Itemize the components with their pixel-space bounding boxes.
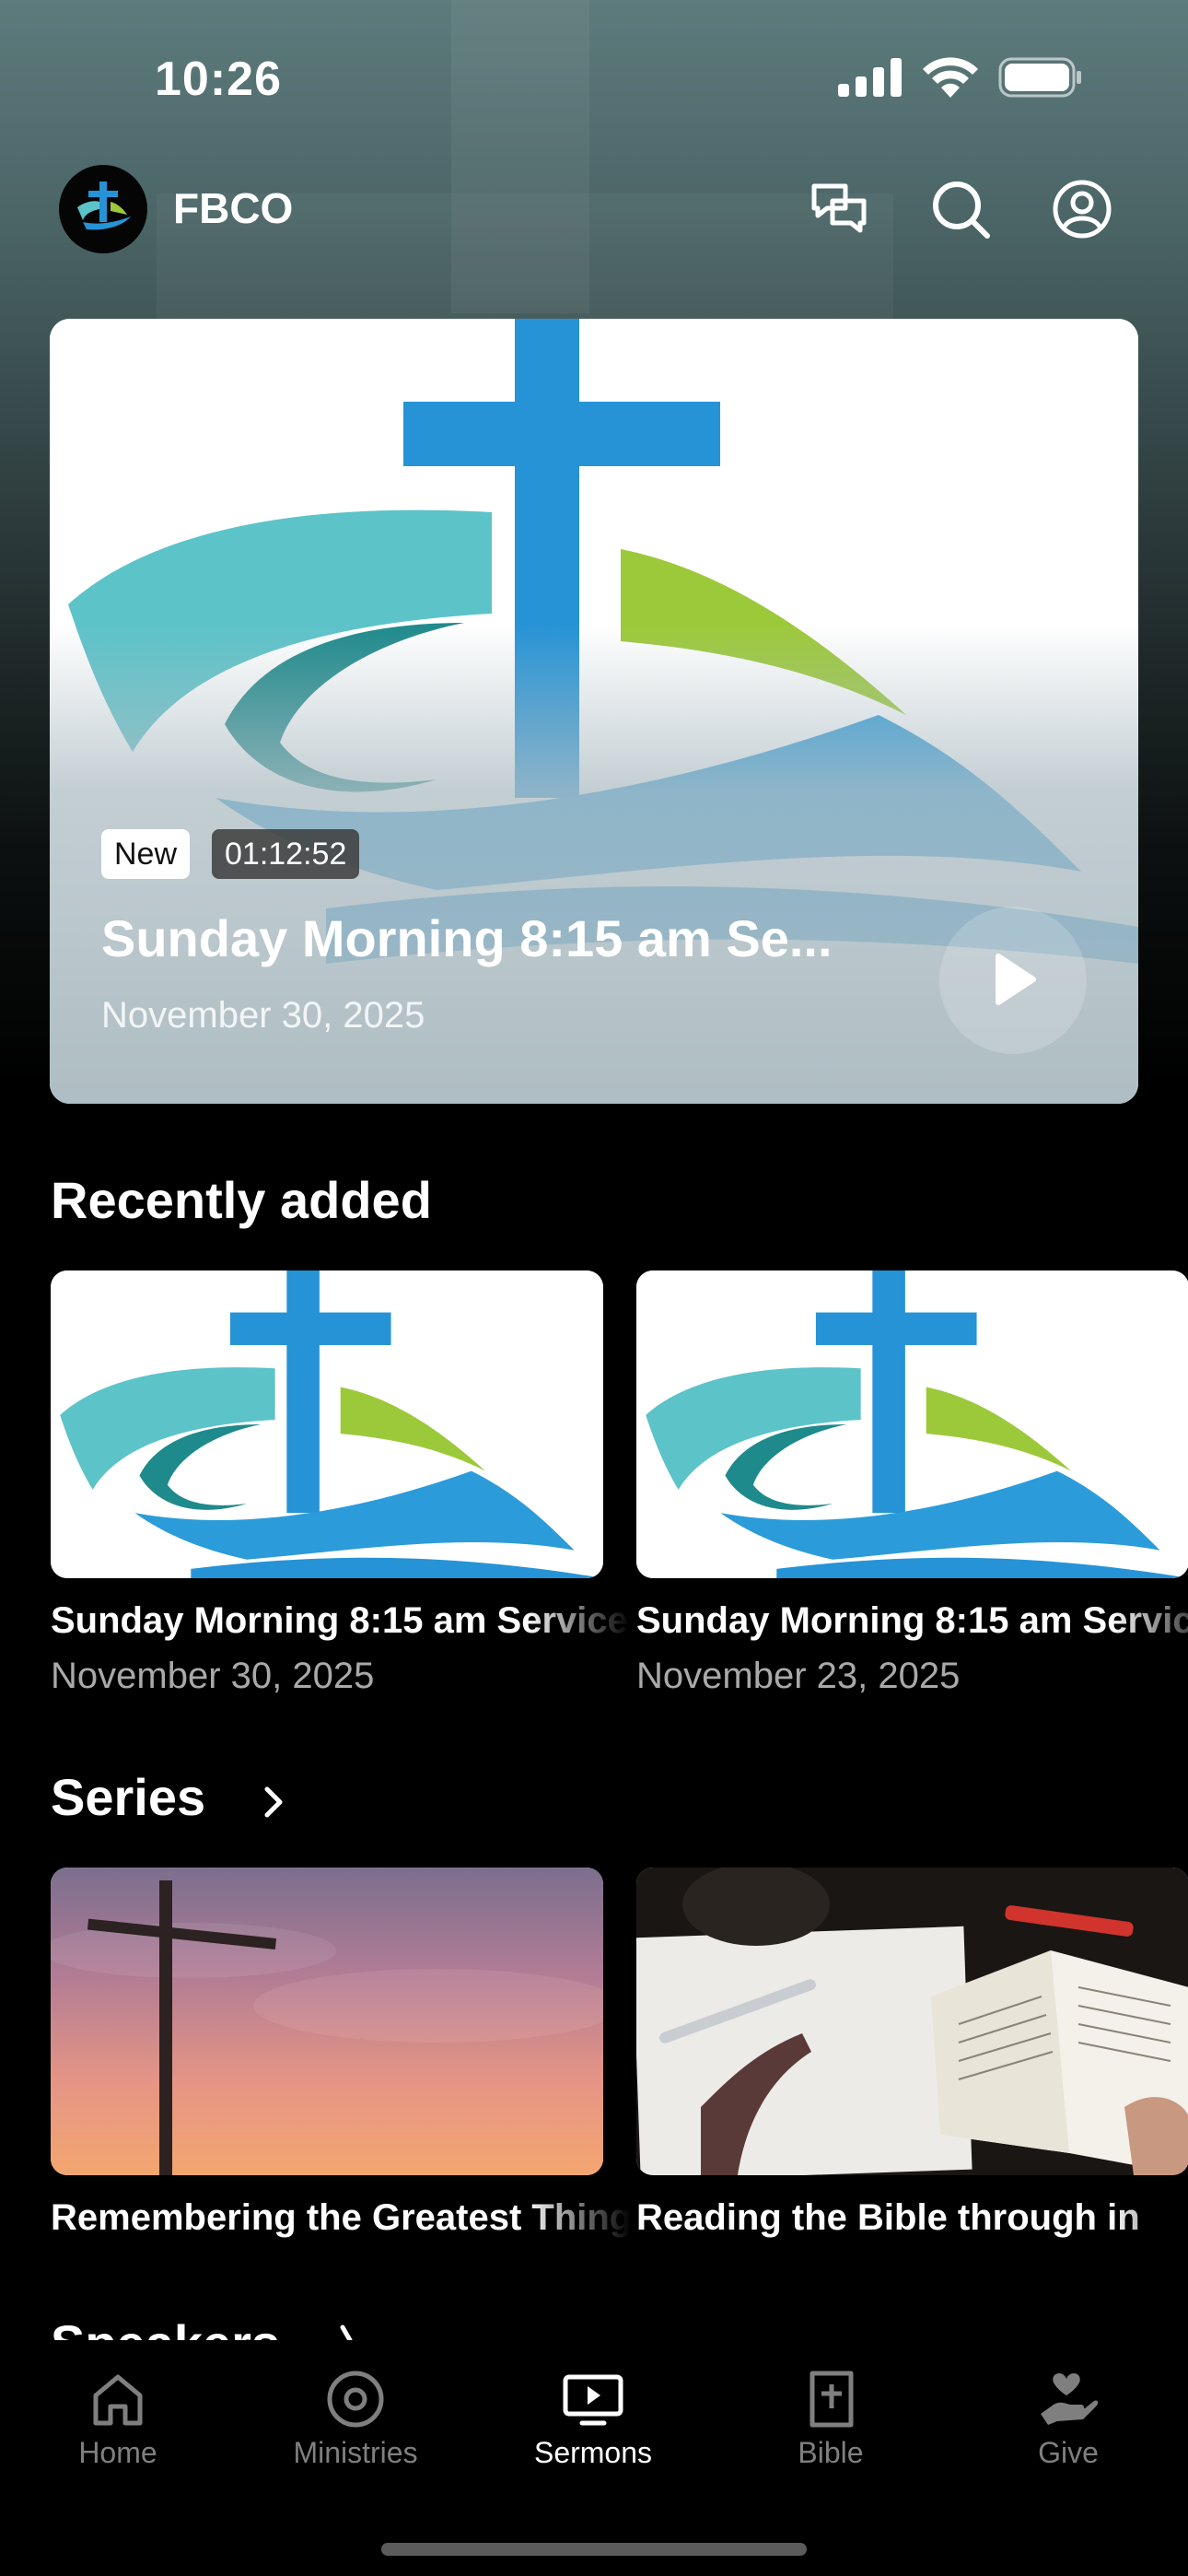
- featured-sermon-date: November 30, 2025: [101, 995, 425, 1036]
- wifi-icon: [923, 57, 978, 98]
- chevron-right-icon[interactable]: [256, 1784, 293, 1821]
- tab-ministries[interactable]: Ministries: [263, 2340, 448, 2488]
- battery-icon: [998, 57, 1081, 98]
- tv-play-icon: [563, 2374, 623, 2426]
- recent-sermon-thumbnail: [636, 1270, 1188, 1578]
- recent-sermon-card[interactable]: Sunday Morning 8:15 am Service November …: [51, 1270, 628, 1704]
- series-card[interactable]: Reading the Bible through in: [636, 1868, 1188, 2254]
- status-time: 10:26: [155, 53, 282, 106]
- play-button[interactable]: [939, 907, 1087, 1054]
- cellular-signal-icon: [838, 58, 902, 97]
- tab-bar: Home Ministries Sermons Bible Give: [0, 2340, 1188, 2576]
- bible-icon: [809, 2371, 854, 2428]
- speakers-heading[interactable]: Speakers: [51, 2307, 280, 2344]
- series-title: Reading the Bible through in: [636, 2197, 1140, 2238]
- new-badge: New: [101, 829, 191, 879]
- give-heart-icon: [1041, 2373, 1099, 2425]
- series-card[interactable]: Remembering the Greatest Thing: [51, 1868, 631, 2254]
- recent-sermon-card[interactable]: Sunday Morning 8:15 am Service November …: [636, 1270, 1188, 1704]
- series-thumbnail-bible-reading: [636, 1868, 1188, 2175]
- search-icon[interactable]: [930, 179, 991, 240]
- series-title: Remembering the Greatest Thing: [51, 2197, 631, 2238]
- recently-added-heading: Recently added: [51, 1171, 432, 1229]
- chevron-right-icon[interactable]: [332, 2322, 368, 2340]
- tab-home[interactable]: Home: [26, 2340, 210, 2488]
- tab-label: Sermons: [533, 2436, 653, 2469]
- recent-sermon-thumbnail: [51, 1270, 603, 1578]
- series-heading[interactable]: Series: [51, 1767, 205, 1827]
- status-bar: 10:26: [0, 0, 1188, 157]
- chat-icon[interactable]: [809, 179, 869, 240]
- church-logo[interactable]: [59, 165, 147, 253]
- tab-bible[interactable]: Bible: [739, 2340, 923, 2488]
- status-icons: [838, 57, 1083, 98]
- featured-sermon-title: Sunday Morning 8:15 am Se...: [101, 909, 833, 967]
- recent-sermon-date: November 30, 2025: [51, 1656, 375, 1696]
- recent-sermon-title: Sunday Morning 8:15 am Service: [636, 1600, 1188, 1641]
- tab-label: Give: [1038, 2436, 1099, 2469]
- target-icon: [327, 2371, 384, 2428]
- home-icon: [93, 2374, 143, 2426]
- profile-icon[interactable]: [1052, 179, 1112, 240]
- featured-sermon-card[interactable]: New 01:12:52 Sunday Morning 8:15 am Se..…: [50, 319, 1138, 1104]
- series-thumbnail-cross-sunset: [51, 1868, 603, 2175]
- play-icon: [996, 954, 1036, 1005]
- tab-give[interactable]: Give: [976, 2340, 1160, 2488]
- brand-name: FBCO: [173, 184, 294, 232]
- home-indicator[interactable]: [381, 2543, 807, 2556]
- app-header: FBCO: [0, 158, 1188, 260]
- duration-badge: 01:12:52: [212, 829, 360, 879]
- recent-sermon-date: November 23, 2025: [636, 1656, 961, 1696]
- recent-sermon-title: Sunday Morning 8:15 am Service: [51, 1600, 628, 1641]
- tab-label: Home: [78, 2436, 157, 2469]
- tab-sermons[interactable]: Sermons: [501, 2340, 685, 2488]
- tab-label: Ministries: [293, 2436, 418, 2469]
- tab-label: Bible: [798, 2436, 864, 2469]
